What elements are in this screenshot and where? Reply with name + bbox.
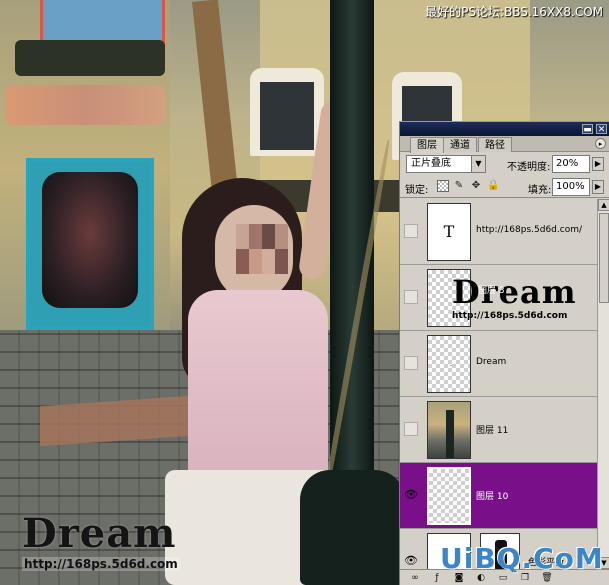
signature-url: http://168ps.5d6d.com (22, 557, 180, 571)
minimize-icon[interactable]: ▬ (582, 124, 593, 135)
lock-transparency-icon[interactable] (437, 180, 449, 192)
layer-thumbnail (427, 401, 471, 459)
eye-icon[interactable]: 👁 (404, 554, 418, 568)
layer-row[interactable]: 图层 11 (400, 397, 597, 463)
fill-label: 填充: (528, 185, 552, 196)
close-icon[interactable]: ✕ (596, 124, 607, 135)
dream-preview-title: Dream (452, 273, 577, 311)
layer-thumbnail (427, 467, 471, 525)
blend-mode-value: 正片叠底 (411, 158, 451, 169)
layer-row[interactable]: Dream 图层 3 http://168ps.5d6d.com (400, 265, 597, 331)
blend-row: 正片叠底 ▼ 不透明度: 20% ▶ (400, 152, 609, 176)
layers-list: T http://168ps.5d6d.com/ Dream 图层 3 http… (400, 199, 597, 569)
mural-painting (42, 172, 138, 308)
blend-mode-select[interactable]: 正片叠底 ▼ (406, 155, 486, 173)
link-layers-icon[interactable]: ∞ (408, 572, 422, 584)
opacity-label: 不透明度: (507, 162, 551, 173)
layer-name: 图层 10 (476, 492, 509, 502)
site-logo: UiBQ.CoM (440, 542, 604, 575)
lamp-pole-base (300, 470, 405, 585)
layer-row-selected[interactable]: 👁 图层 10 (400, 463, 597, 529)
scroll-thumb[interactable] (599, 213, 609, 303)
tab-channels[interactable]: 通道 (443, 137, 477, 152)
fill-input[interactable]: 100% (552, 178, 590, 196)
fill-slider-icon[interactable]: ▶ (592, 180, 604, 194)
lock-all-icon[interactable]: 🔒 (487, 180, 499, 192)
tab-layers[interactable]: 图层 (410, 137, 444, 153)
lock-label: 锁定: (405, 185, 429, 196)
layer-name: http://168ps.5d6d.com/ (476, 225, 583, 235)
visibility-toggle[interactable] (404, 356, 418, 370)
thumb-mark: · (450, 362, 453, 370)
eye-icon[interactable]: 👁 (404, 488, 418, 502)
top-watermark: 最好的PS论坛:BBS.16XX8.COM (425, 5, 603, 19)
layers-scrollbar[interactable]: ▲ ▼ (597, 199, 609, 569)
window-glass (260, 82, 314, 150)
layer-row[interactable]: T http://168ps.5d6d.com/ (400, 199, 597, 265)
planter (15, 40, 165, 76)
layer-name: Dream (476, 357, 507, 367)
panel-tabs: 图层 通道 路径 ▸ (400, 136, 609, 153)
chevron-down-icon[interactable]: ▼ (471, 156, 485, 172)
stone-band (5, 85, 165, 125)
opacity-input[interactable]: 20% (552, 155, 590, 173)
girl-top (188, 290, 328, 490)
scroll-up-icon[interactable]: ▲ (598, 199, 609, 211)
layer-row[interactable]: · Dream (400, 331, 597, 397)
visibility-toggle[interactable] (404, 422, 418, 436)
mural-frame (26, 158, 154, 330)
layer-name: 图层 11 (476, 426, 509, 436)
face-mosaic (236, 224, 288, 274)
layers-panel: ▬ ✕ 图层 通道 路径 ▸ 正片叠底 ▼ 不透明度: 20% ▶ 锁定: ✎ … (399, 121, 609, 585)
signature-title: Dream (22, 510, 177, 557)
visibility-toggle[interactable] (404, 290, 418, 304)
visibility-toggle[interactable] (404, 224, 418, 238)
dream-preview-url: http://168ps.5d6d.com (452, 311, 568, 321)
lock-pixels-icon[interactable]: ✎ (453, 180, 465, 192)
opacity-slider-icon[interactable]: ▶ (592, 157, 604, 171)
text-layer-thumb-icon: T (427, 203, 471, 261)
panel-titlebar[interactable]: ▬ ✕ (400, 122, 609, 136)
layer-thumbnail: · (427, 335, 471, 393)
layer-name: 图层 3 (478, 286, 505, 296)
lock-position-icon[interactable]: ✥ (470, 180, 482, 192)
window (250, 68, 324, 156)
panel-menu-icon[interactable]: ▸ (595, 138, 606, 149)
lock-row: 锁定: ✎ ✥ 🔒 填充: 100% ▶ (400, 176, 609, 198)
tab-paths[interactable]: 路径 (478, 137, 512, 152)
